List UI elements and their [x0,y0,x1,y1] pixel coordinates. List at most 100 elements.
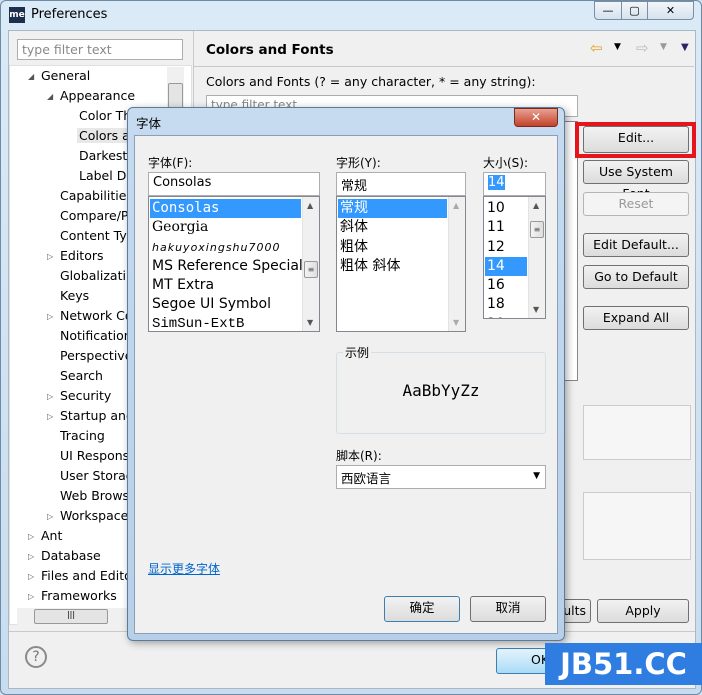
maximize-button[interactable]: ▢ [621,1,648,20]
tree-item[interactable]: Label De [79,168,134,183]
collapsed-triangle-icon[interactable]: ▷ [47,312,53,321]
back-icon[interactable]: ⇦ [590,39,603,57]
collapsed-triangle-icon[interactable]: ▷ [28,532,34,541]
tree-item[interactable]: Capabilities [60,188,133,203]
size-list[interactable]: 10111214161820 ▲≡▼ [483,196,546,319]
tree-item[interactable]: Colors a [77,128,132,143]
filter-label: Colors and Fonts (? = any character, * =… [206,74,536,89]
scrollbar-thumb[interactable]: ||| [34,609,108,624]
go-to-default-button[interactable]: Go to Default [583,265,689,289]
list-item[interactable]: 常规 [338,199,447,219]
close-button[interactable]: ✕ [647,1,694,20]
tree-item[interactable]: Network Co [60,308,133,323]
forward-icon[interactable]: ⇨ [636,39,649,57]
tree-item[interactable]: Search [60,368,103,383]
collapsed-triangle-icon[interactable]: ▷ [28,552,34,561]
list-item[interactable]: 粗体 斜体 [338,257,447,276]
list-item[interactable]: Segoe UI Symbol [150,295,301,314]
list-item[interactable]: hakuyoxingshu7000 [150,238,301,257]
tree-item[interactable]: Globalizati [60,268,126,283]
tree-item[interactable]: Content Typ [60,228,135,243]
list-item[interactable]: 10 [485,199,527,218]
apply-button[interactable]: Apply [597,599,689,623]
list-item[interactable]: 粗体 [338,238,447,257]
list-item[interactable]: 斜体 [338,218,447,237]
style-list-scrollbar[interactable]: ▲ ▼ [448,197,465,331]
size-list-scrollbar[interactable]: ▲ ≡ ▼ [528,197,545,318]
minimize-button[interactable]: — [594,1,622,20]
watermark: JB51.CC [545,643,702,685]
collapsed-triangle-icon[interactable]: ▷ [28,592,34,601]
expanded-triangle-icon[interactable]: ◢ [28,72,34,81]
list-item[interactable]: Consolas [150,199,301,219]
tree-item[interactable]: Ant [41,528,62,543]
tree-item[interactable]: Startup and [60,408,134,423]
list-item[interactable]: 16 [485,276,527,295]
edit-default-button[interactable]: Edit Default... [583,233,689,257]
tree-item[interactable]: Files and Editor [41,568,137,583]
header-divider [194,66,694,67]
list-item[interactable]: 14 [485,256,527,277]
tree-item[interactable]: Compare/Pa [60,208,136,223]
tree-item[interactable]: Editors [60,248,104,263]
forward-menu-icon[interactable]: ▼ [660,42,667,52]
show-more-fonts-link[interactable]: 显示更多字体 [148,560,220,577]
dialog-close-button[interactable]: ✕ [514,108,558,127]
app-logo: me [9,7,25,23]
collapsed-triangle-icon[interactable]: ▷ [47,412,53,421]
list-item[interactable]: SimSun-ExtB [150,315,301,331]
tree-item[interactable]: Appearance [60,88,135,103]
font-label: 字体(F): [148,156,193,170]
tree-item[interactable]: General [41,68,90,83]
use-system-font-button[interactable]: Use System Font [583,160,689,201]
tree-item[interactable]: Security [60,388,111,403]
collapsed-triangle-icon[interactable]: ▷ [47,512,53,521]
help-icon[interactable]: ? [25,646,47,668]
sample-text: AaBbYyZz [402,381,480,400]
back-menu-icon[interactable]: ▼ [614,42,621,52]
dialog-ok-button[interactable]: 确定 [384,596,460,622]
tree-item[interactable]: UI Responsi [60,448,133,463]
chevron-down-icon: ▼ [533,471,540,481]
list-item[interactable]: 18 [485,295,527,314]
sidebar-filter-input[interactable]: type filter text [17,39,183,60]
tree-item[interactable]: Web Brows [60,488,129,503]
collapsed-triangle-icon[interactable]: ▷ [47,392,53,401]
tree-item[interactable]: Workspace [60,508,128,523]
dialog-cancel-button[interactable]: 取消 [470,596,546,622]
list-item[interactable]: Georgia [150,218,301,237]
collapsed-triangle-icon[interactable]: ▷ [28,572,34,581]
dialog-title: 字体 [136,116,162,131]
expand-all-button[interactable]: Expand All [583,306,689,330]
font-list-scrollbar[interactable]: ▲ ≡ ▼ [302,197,319,331]
font-name-input[interactable]: Consolas [148,172,320,196]
tree-item[interactable]: Color Th [79,108,131,123]
font-size-value: 14 [488,175,505,190]
preview-area [583,492,691,560]
font-size-input[interactable]: 14 [483,172,546,196]
edit-button[interactable]: Edit... [583,126,689,153]
font-list[interactable]: Consolas Georgia hakuyoxingshu7000 MS Refer… [148,196,320,332]
font-style-input[interactable]: 常规 [336,172,466,196]
tree-item[interactable]: Darkest [79,148,127,163]
style-label: 字形(Y): [336,156,381,170]
description-area [583,405,691,460]
expanded-triangle-icon[interactable]: ◢ [47,92,53,101]
tree-item[interactable]: Database [41,548,101,563]
style-list[interactable]: 常规 斜体 粗体 粗体 斜体 ▲ ▼ [336,196,466,332]
script-select[interactable]: 西欧语言 ▼ [336,465,546,489]
collapsed-triangle-icon[interactable]: ▷ [47,252,53,261]
list-item[interactable]: 20 [485,315,527,318]
reset-button[interactable]: Reset [583,192,689,216]
view-menu-icon[interactable]: ▼ [681,42,689,53]
script-label: 脚本(R): [336,449,382,463]
font-dialog: 字体 ✕ 字体(F): Consolas Consolas Georgia haku… [127,107,565,641]
tree-item[interactable]: Frameworks [41,588,117,603]
list-item[interactable]: 11 [485,218,527,237]
tree-item[interactable]: Keys [60,288,89,303]
tree-item[interactable]: Tracing [60,428,105,443]
tree-item[interactable]: User Storag [60,468,134,483]
list-item[interactable]: 12 [485,238,527,257]
list-item[interactable]: MT Extra [150,276,301,295]
list-item[interactable]: MS Reference Specialt [150,257,308,276]
